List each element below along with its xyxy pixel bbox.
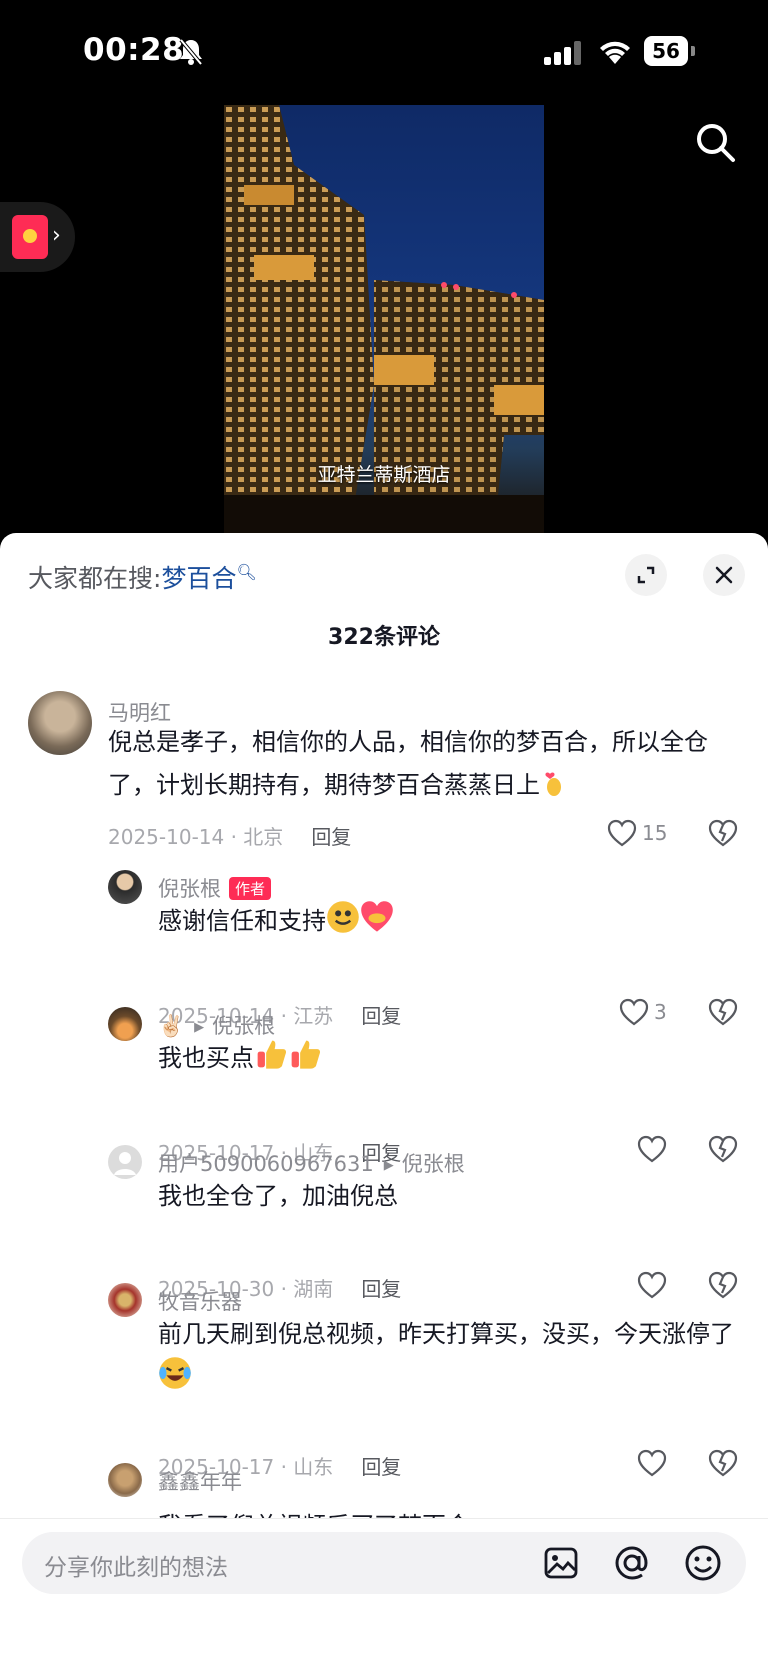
finger-heart-emoji <box>545 772 561 796</box>
trending-keyword[interactable]: 梦百合 <box>161 564 236 593</box>
reply-button[interactable]: 回复 <box>361 1004 401 1028</box>
video-player[interactable]: 亚特兰蒂斯酒店 <box>224 105 544 535</box>
broken-heart-icon[interactable] <box>708 819 738 847</box>
avatar[interactable] <box>108 1283 142 1317</box>
handshake-heart-emoji <box>361 901 393 932</box>
reply-button[interactable]: 回复 <box>311 825 351 849</box>
heart-icon[interactable] <box>637 1271 667 1299</box>
author-name: 用户5090060967631 <box>158 1152 374 1176</box>
comment-sheet: 大家都在搜:梦百合🔍︎ 322条评论 马明红 倪总是孝子，相信你的人品，相信你的… <box>0 533 768 1665</box>
close-icon <box>715 566 733 584</box>
input-placeholder: 分享你此刻的想法 <box>44 1555 228 1581</box>
comment-text: 我也买点 <box>158 1037 748 1080</box>
like-button[interactable]: 15 <box>607 819 667 847</box>
avatar[interactable] <box>108 1145 142 1179</box>
author-badge: 作者 <box>229 877 272 900</box>
comment-author[interactable]: 鑫鑫年年 <box>158 1466 242 1496</box>
reply-target: 倪张根 <box>212 1014 276 1038</box>
at-icon[interactable] <box>613 1544 651 1582</box>
comment-author[interactable]: 倪张根 作者 <box>158 873 272 903</box>
comment-text: 前几天刷到倪总视频，昨天打算买，没买，今天涨停了 <box>158 1313 748 1399</box>
red-packet-icon <box>12 215 48 259</box>
avatar[interactable] <box>108 870 142 904</box>
like-button[interactable]: 3 <box>619 998 667 1026</box>
image-icon[interactable] <box>543 1545 579 1581</box>
comment-text: 我也全仓了，加油倪总 <box>158 1182 398 1210</box>
trending-search[interactable]: 大家都在搜:梦百合🔍︎ <box>28 559 257 595</box>
reply-arrow-icon: ▶ <box>194 1020 205 1035</box>
comment-meta: 2025-10-14 · 北京 回复 <box>108 821 351 850</box>
comment-text-content: 感谢信任和支持 <box>158 907 326 935</box>
search-icon[interactable] <box>695 122 737 164</box>
chevron-right-icon: › <box>52 223 61 248</box>
comment-text-content: 我也买点 <box>158 1044 254 1072</box>
comment-text-content: 前几天刷到倪总视频，昨天打算买，没买，今天涨停了 <box>158 1320 734 1348</box>
avatar[interactable] <box>108 1463 142 1497</box>
comment-author[interactable]: 用户5090060967631 ▶ 倪张根 <box>158 1148 465 1178</box>
broken-heart-icon[interactable] <box>708 998 738 1026</box>
comment-text: 倪总是孝子，相信你的人品，相信你的梦百合，所以全仓了，计划长期持有，期待梦百合蒸… <box>108 721 748 807</box>
comment-author[interactable]: 牧音乐器 <box>158 1286 242 1316</box>
heart-icon[interactable] <box>637 1135 667 1163</box>
status-time: 00:28 <box>83 32 185 68</box>
thumbs-up-emoji <box>257 1040 287 1069</box>
emoji-icon[interactable] <box>684 1544 722 1582</box>
close-button[interactable] <box>703 554 745 596</box>
bell-slash-icon <box>179 38 203 66</box>
author-name: ✌🏻 <box>158 1014 185 1038</box>
broken-heart-icon[interactable] <box>708 1271 738 1299</box>
smile-emoji <box>327 901 359 933</box>
broken-heart-icon[interactable] <box>708 1135 738 1163</box>
battery-level: 56 <box>652 39 680 63</box>
broken-heart-icon[interactable] <box>708 1449 738 1477</box>
expand-icon <box>637 566 655 584</box>
wifi-icon <box>600 41 630 64</box>
default-avatar-icon <box>114 1152 136 1175</box>
heart-icon <box>619 998 649 1026</box>
expand-button[interactable] <box>625 554 667 596</box>
comment-date: 2025-10-14 · 北京 <box>108 825 284 849</box>
thumbs-up-emoji <box>291 1040 321 1069</box>
red-packet-button[interactable]: › <box>0 202 75 272</box>
search-small-icon: 🔍︎ <box>236 562 257 582</box>
battery-indicator: 56 <box>644 36 695 66</box>
reply-button[interactable]: 回复 <box>361 1277 401 1301</box>
author-name: 倪张根 <box>158 877 221 901</box>
comment-count: 322条评论 <box>328 625 440 650</box>
reply-target: 倪张根 <box>401 1152 465 1176</box>
trending-label: 大家都在搜: <box>28 564 162 593</box>
heart-icon <box>607 819 637 847</box>
reply-arrow-icon: ▶ <box>383 1158 394 1173</box>
comment-text: 感谢信任和支持 <box>158 900 748 943</box>
comment-author[interactable]: ✌🏻 ▶ 倪张根 <box>158 1010 275 1040</box>
video-caption: 亚特兰蒂斯酒店 <box>317 464 451 486</box>
reply-button[interactable]: 回复 <box>361 1455 401 1479</box>
like-count: 3 <box>654 1000 667 1024</box>
heart-icon[interactable] <box>637 1449 667 1477</box>
signal-icon <box>544 41 581 65</box>
avatar[interactable] <box>28 691 92 755</box>
comment-text-content: 倪总是孝子，相信你的人品，相信你的梦百合，所以全仓了，计划长期持有，期待梦百合蒸… <box>108 728 708 799</box>
status-bar: 00:28 56 <box>0 0 768 100</box>
laughing-crying-emoji <box>159 1357 191 1389</box>
like-count: 15 <box>642 821 668 845</box>
avatar[interactable] <box>108 1007 142 1041</box>
comment-input-bar: 分享你此刻的想法 <box>0 1518 768 1665</box>
